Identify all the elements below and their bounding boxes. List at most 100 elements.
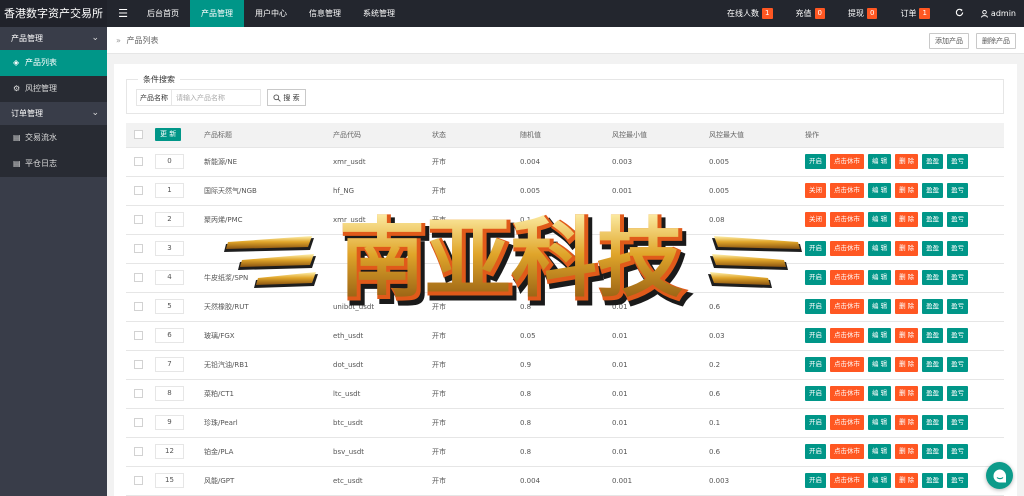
loss-button[interactable]: 盈亏 [947,154,969,169]
toggle-button[interactable]: 关闭 [805,212,826,227]
loss-button[interactable]: 盈亏 [947,415,969,430]
edit-button[interactable]: 编 辑 [868,299,892,314]
delete-button[interactable]: 删 除 [895,473,919,488]
profit-button[interactable]: 盈盈 [922,183,944,198]
delete-button[interactable]: 删 除 [895,241,919,256]
sort-order-input[interactable]: 12 [155,444,184,459]
top-nav-item[interactable]: 用户中心 [244,0,298,27]
delete-button[interactable]: 删 除 [895,212,919,227]
loss-button[interactable]: 盈亏 [947,241,969,256]
update-sort-button[interactable]: 更 新 [155,128,182,142]
loss-button[interactable]: 盈亏 [947,473,969,488]
row-checkbox[interactable] [134,447,143,456]
close-market-button[interactable]: 点击休市 [830,328,864,343]
edit-button[interactable]: 编 辑 [868,328,892,343]
row-checkbox[interactable] [134,418,143,427]
search-button[interactable]: 搜 索 [267,89,306,106]
toggle-button[interactable]: 开启 [805,154,826,169]
edit-button[interactable]: 编 辑 [868,154,892,169]
chat-float-button[interactable] [986,462,1013,489]
profit-button[interactable]: 盈盈 [922,270,944,285]
sidebar-item[interactable]: ◈ 产品列表 [0,50,107,76]
delete-button[interactable]: 删 除 [895,386,919,401]
profit-button[interactable]: 盈盈 [922,154,944,169]
delete-button[interactable]: 删 除 [895,299,919,314]
close-market-button[interactable]: 点击休市 [830,241,864,256]
top-nav-item[interactable]: 产品管理 [190,0,244,27]
edit-button[interactable]: 编 辑 [868,357,892,372]
top-nav-item[interactable]: 后台首页 [136,0,190,27]
loss-button[interactable]: 盈亏 [947,212,969,227]
sort-order-input[interactable]: 3 [155,241,184,256]
sort-order-input[interactable]: 2 [155,212,184,227]
loss-button[interactable]: 盈亏 [947,444,969,459]
toggle-button[interactable]: 开启 [805,357,826,372]
loss-button[interactable]: 盈亏 [947,270,969,285]
sort-order-input[interactable]: 0 [155,154,184,169]
row-checkbox[interactable] [134,302,143,311]
edit-button[interactable]: 编 辑 [868,386,892,401]
sidebar-item[interactable]: ⚙ 风控管理 [0,76,107,102]
profit-button[interactable]: 盈盈 [922,328,944,343]
row-checkbox[interactable] [134,215,143,224]
sidebar-item[interactable]: ▤ 平仓日志 [0,151,107,177]
profit-button[interactable]: 盈盈 [922,473,944,488]
header-stat[interactable]: 充值 0 [796,8,825,19]
top-nav-item[interactable]: 信息管理 [298,0,352,27]
edit-button[interactable]: 编 辑 [868,473,892,488]
edit-button[interactable]: 编 辑 [868,415,892,430]
sort-order-input[interactable]: 4 [155,270,184,285]
profit-button[interactable]: 盈盈 [922,444,944,459]
row-checkbox[interactable] [134,273,143,282]
row-checkbox[interactable] [134,476,143,485]
loss-button[interactable]: 盈亏 [947,328,969,343]
sidebar-item[interactable]: ▤ 交易流水 [0,125,107,151]
profit-button[interactable]: 盈盈 [922,299,944,314]
close-market-button[interactable]: 点击休市 [830,357,864,372]
sort-order-input[interactable]: 5 [155,299,184,314]
delete-button[interactable]: 删 除 [895,328,919,343]
toggle-button[interactable]: 开启 [805,415,826,430]
close-market-button[interactable]: 点击休市 [830,444,864,459]
header-stat[interactable]: 提现 0 [848,8,878,19]
edit-button[interactable]: 编 辑 [868,183,892,198]
close-market-button[interactable]: 点击休市 [830,299,864,314]
close-market-button[interactable]: 点击休市 [830,270,864,285]
sort-order-input[interactable]: 6 [155,328,184,343]
row-checkbox[interactable] [134,244,143,253]
add-product-button[interactable]: 添加产品 [929,33,969,49]
select-all-checkbox[interactable] [134,130,143,140]
row-checkbox[interactable] [134,186,143,195]
toggle-button[interactable]: 开启 [805,328,826,343]
toggle-button[interactable]: 开启 [805,270,826,285]
sort-order-input[interactable]: 7 [155,357,184,372]
loss-button[interactable]: 盈亏 [947,386,969,401]
row-checkbox[interactable] [134,331,143,340]
delete-button[interactable]: 删 除 [895,357,919,372]
close-market-button[interactable]: 点击休市 [830,415,864,430]
row-checkbox[interactable] [134,360,143,369]
delete-button[interactable]: 删 除 [895,270,919,285]
loss-button[interactable]: 盈亏 [947,357,969,372]
close-market-button[interactable]: 点击休市 [830,212,864,227]
close-market-button[interactable]: 点击休市 [830,473,864,488]
delete-button[interactable]: 删 除 [895,415,919,430]
delete-product-button[interactable]: 删除产品 [976,33,1016,49]
edit-button[interactable]: 编 辑 [868,241,892,256]
profit-button[interactable]: 盈盈 [922,241,944,256]
header-stat[interactable]: 订单 1 [900,8,930,19]
profit-button[interactable]: 盈盈 [922,212,944,227]
profit-button[interactable]: 盈盈 [922,357,944,372]
delete-button[interactable]: 删 除 [895,183,919,198]
toggle-button[interactable]: 开启 [805,473,826,488]
loss-button[interactable]: 盈亏 [947,299,969,314]
sort-order-input[interactable]: 15 [155,473,184,488]
header-stat[interactable]: 在线人数 1 [727,8,773,19]
edit-button[interactable]: 编 辑 [868,270,892,285]
sort-order-input[interactable]: 9 [155,415,184,430]
loss-button[interactable]: 盈亏 [947,183,969,198]
sort-order-input[interactable]: 8 [155,386,184,401]
user-menu[interactable]: admin [980,9,1016,18]
edit-button[interactable]: 编 辑 [868,444,892,459]
close-market-button[interactable]: 点击休市 [830,183,864,198]
